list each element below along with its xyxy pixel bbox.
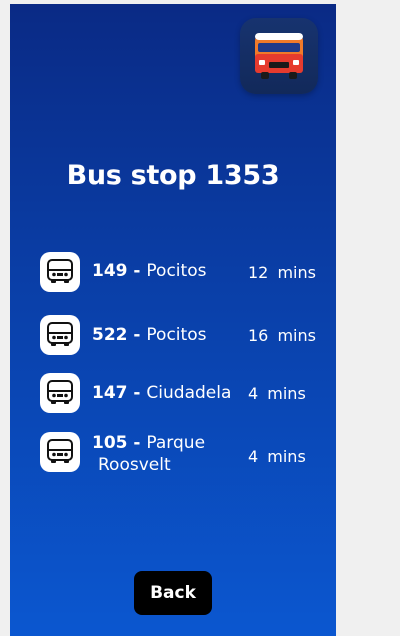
route-destination-line2: Roosvelt [98, 455, 171, 475]
route-number: 105 [92, 433, 128, 453]
arrival-eta: 12 mins [248, 263, 316, 282]
bus-icon [40, 432, 80, 472]
route-separator: - [127, 261, 147, 281]
route-label: 105 - Parque Roosvelt [92, 432, 205, 476]
route-separator: - [127, 325, 147, 345]
back-button[interactable]: Back [134, 571, 212, 615]
arrival-row: 147 - Ciudadela 4 mins [40, 373, 330, 413]
arrival-eta: 16 mins [248, 326, 316, 345]
route-destination: Ciudadela [146, 383, 232, 403]
route-number: 149 [92, 261, 128, 281]
bus-stop-screen: Bus stop 1353 149 - Pocitos 12 mins 522 … [10, 4, 336, 636]
arrival-row: 522 - Pocitos 16 mins [40, 315, 330, 355]
route-destination: Parque [146, 433, 206, 453]
route-destination: Pocitos [146, 261, 207, 281]
route-number: 522 [92, 325, 128, 345]
arrival-row: 105 - Parque Roosvelt 4 mins [40, 432, 330, 480]
route-separator: - [127, 433, 147, 453]
route-label: 147 - Ciudadela [92, 382, 231, 404]
route-separator: - [127, 383, 147, 403]
arrival-eta: 4 mins [248, 384, 306, 403]
arrival-eta: 4 mins [248, 447, 306, 466]
bus-icon [40, 315, 80, 355]
bus-icon [40, 373, 80, 413]
route-label: 522 - Pocitos [92, 324, 206, 346]
bus-app-icon-graphic [255, 33, 303, 79]
bus-icon [40, 252, 80, 292]
route-label: 149 - Pocitos [92, 260, 206, 282]
route-destination: Pocitos [146, 325, 207, 345]
bus-app-icon [240, 18, 318, 94]
page-title: Bus stop 1353 [66, 160, 280, 191]
arrival-row: 149 - Pocitos 12 mins [40, 252, 330, 292]
route-number: 147 [92, 383, 128, 403]
